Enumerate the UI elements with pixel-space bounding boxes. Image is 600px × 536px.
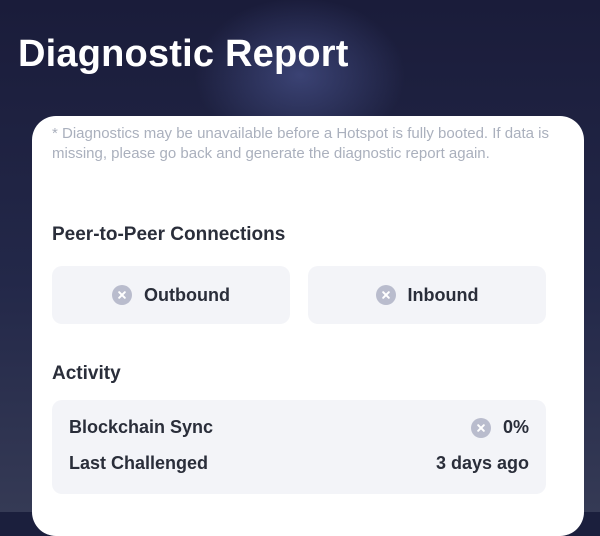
x-circle-icon [112,285,133,305]
peer-connections-title: Peer-to-Peer Connections [52,224,286,245]
last-challenged-label: Last Challenged [69,453,209,473]
x-circle-icon [375,285,396,305]
diagnostic-disclaimer: * Diagnostics may be unavailable before … [52,125,549,162]
x-circle-icon [470,417,491,438]
inbound-connection-button[interactable]: Inbound [308,266,546,324]
page-title: Diagnostic Report [18,33,349,75]
blockchain-sync-value: 0% [502,417,529,437]
blockchain-sync-label: Blockchain Sync [69,417,214,437]
blockchain-sync-row: Blockchain Sync 0% [69,417,529,438]
blockchain-sync-status: 0% [470,417,529,438]
diagnostic-card: * Diagnostics may be unavailable before … [32,116,584,536]
inbound-label: Inbound [407,284,479,305]
outbound-label: Outbound [144,284,230,305]
activity-title: Activity [52,363,121,384]
last-challenged-value: 3 days ago [435,453,529,473]
activity-panel: Blockchain Sync 0% Last Challenged 3 day… [52,400,546,494]
last-challenged-row: Last Challenged 3 days ago [69,453,529,474]
outbound-connection-button[interactable]: Outbound [52,266,290,324]
